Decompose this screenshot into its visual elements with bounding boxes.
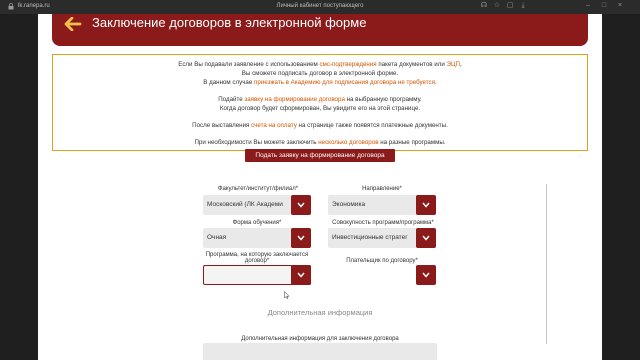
page-title: Заключение договоров в электронной форме [92,15,367,30]
mouse-cursor-icon [284,291,290,299]
programs-select[interactable]: Инвестиционные стратег [328,228,436,248]
program-dropdown-button[interactable] [291,265,311,285]
payer-select[interactable] [328,265,436,285]
direction-select[interactable]: Экономика [328,195,436,215]
study-form-select[interactable]: Очная [203,228,311,248]
eds-link[interactable]: ЭЦП [447,61,460,68]
reader-icon[interactable]: ☊ [480,2,488,10]
maximize-icon[interactable]: □ [600,2,608,10]
payer-dropdown-button[interactable] [416,265,436,285]
star-icon[interactable]: ☆ [493,2,501,10]
chevron-down-icon [297,272,305,278]
programs-dropdown-button[interactable] [416,228,436,248]
direction-dropdown-button[interactable] [416,195,436,215]
programs-value: Инвестиционные стратег [332,234,408,241]
close-icon[interactable]: × [616,2,624,10]
browser-chrome: lk.ranepa.ru Личный кабинет поступающего… [0,0,640,14]
chevron-down-icon [422,235,430,241]
back-arrow-icon[interactable] [64,17,82,31]
divider [546,184,547,344]
no-visit-link[interactable]: приезжать в Академию для подписания дого… [254,79,435,86]
additional-info-label: Дополнительная информация для заключения… [241,336,399,342]
submit-contract-request-button[interactable]: Подать заявку на формирование договора [245,149,395,162]
faculty-label: Факультет/институт/филиал* [217,186,299,192]
notice-line-1: Если Вы подавали заявление с использован… [178,61,462,68]
direction-value: Экономика [332,201,366,208]
payer-label: Плательщик по договору* [346,258,418,264]
notice-line-6: После выставления счета на оплату на стр… [192,122,448,129]
download-icon[interactable]: ⤓ [519,2,527,10]
notice-line-7: При необходимости Вы можете заключить не… [194,139,446,146]
study-form-label: Форма обучения* [232,220,282,226]
faculty-select[interactable]: Московский (ЛК Академи [203,195,311,215]
info-notice: Если Вы подавали заявление с использован… [52,54,588,151]
additional-info-heading: Дополнительная информация [267,308,373,317]
additional-info-field[interactable] [203,343,437,360]
study-form-dropdown-button[interactable] [291,228,311,248]
programs-label: Совокупность программ/программа* [332,220,434,226]
study-form-value: Очная [207,234,227,241]
notice-line-3: В данном случае приезжать в Академию для… [203,79,437,86]
program-label: Программа, на которую заключается догово… [205,252,309,264]
contract-request-link[interactable]: заявку на формирование договора [244,96,345,103]
notice-line-2: Вы сможете подписать договор в электронн… [241,70,399,77]
multiple-contracts-link[interactable]: несколько договоров [318,139,378,146]
chevron-down-icon [297,235,305,241]
notice-line-5: Когда договор будет сформирован, Вы увид… [219,105,421,112]
sms-confirmation-link[interactable]: смс-подтверждения [320,61,377,68]
chevron-down-icon [297,202,305,208]
page-header: Заключение договоров в электронной форме [52,14,588,46]
bookmark-icon[interactable]: ▢ [506,2,514,10]
invoice-link[interactable]: счета на оплату [251,122,297,129]
page-content: Заключение договоров в электронной форме… [38,14,602,360]
notice-line-4: Подайте заявку на формирование договора … [218,96,422,103]
faculty-value: Московский (ЛК Академи [207,201,283,208]
chevron-down-icon [422,202,430,208]
program-select[interactable] [203,265,311,285]
faculty-dropdown-button[interactable] [291,195,311,215]
direction-label: Направление* [362,186,402,192]
minimize-icon[interactable]: – [584,2,592,10]
window-title: Личный кабинет поступающего [276,3,364,9]
chevron-down-icon [422,272,430,278]
